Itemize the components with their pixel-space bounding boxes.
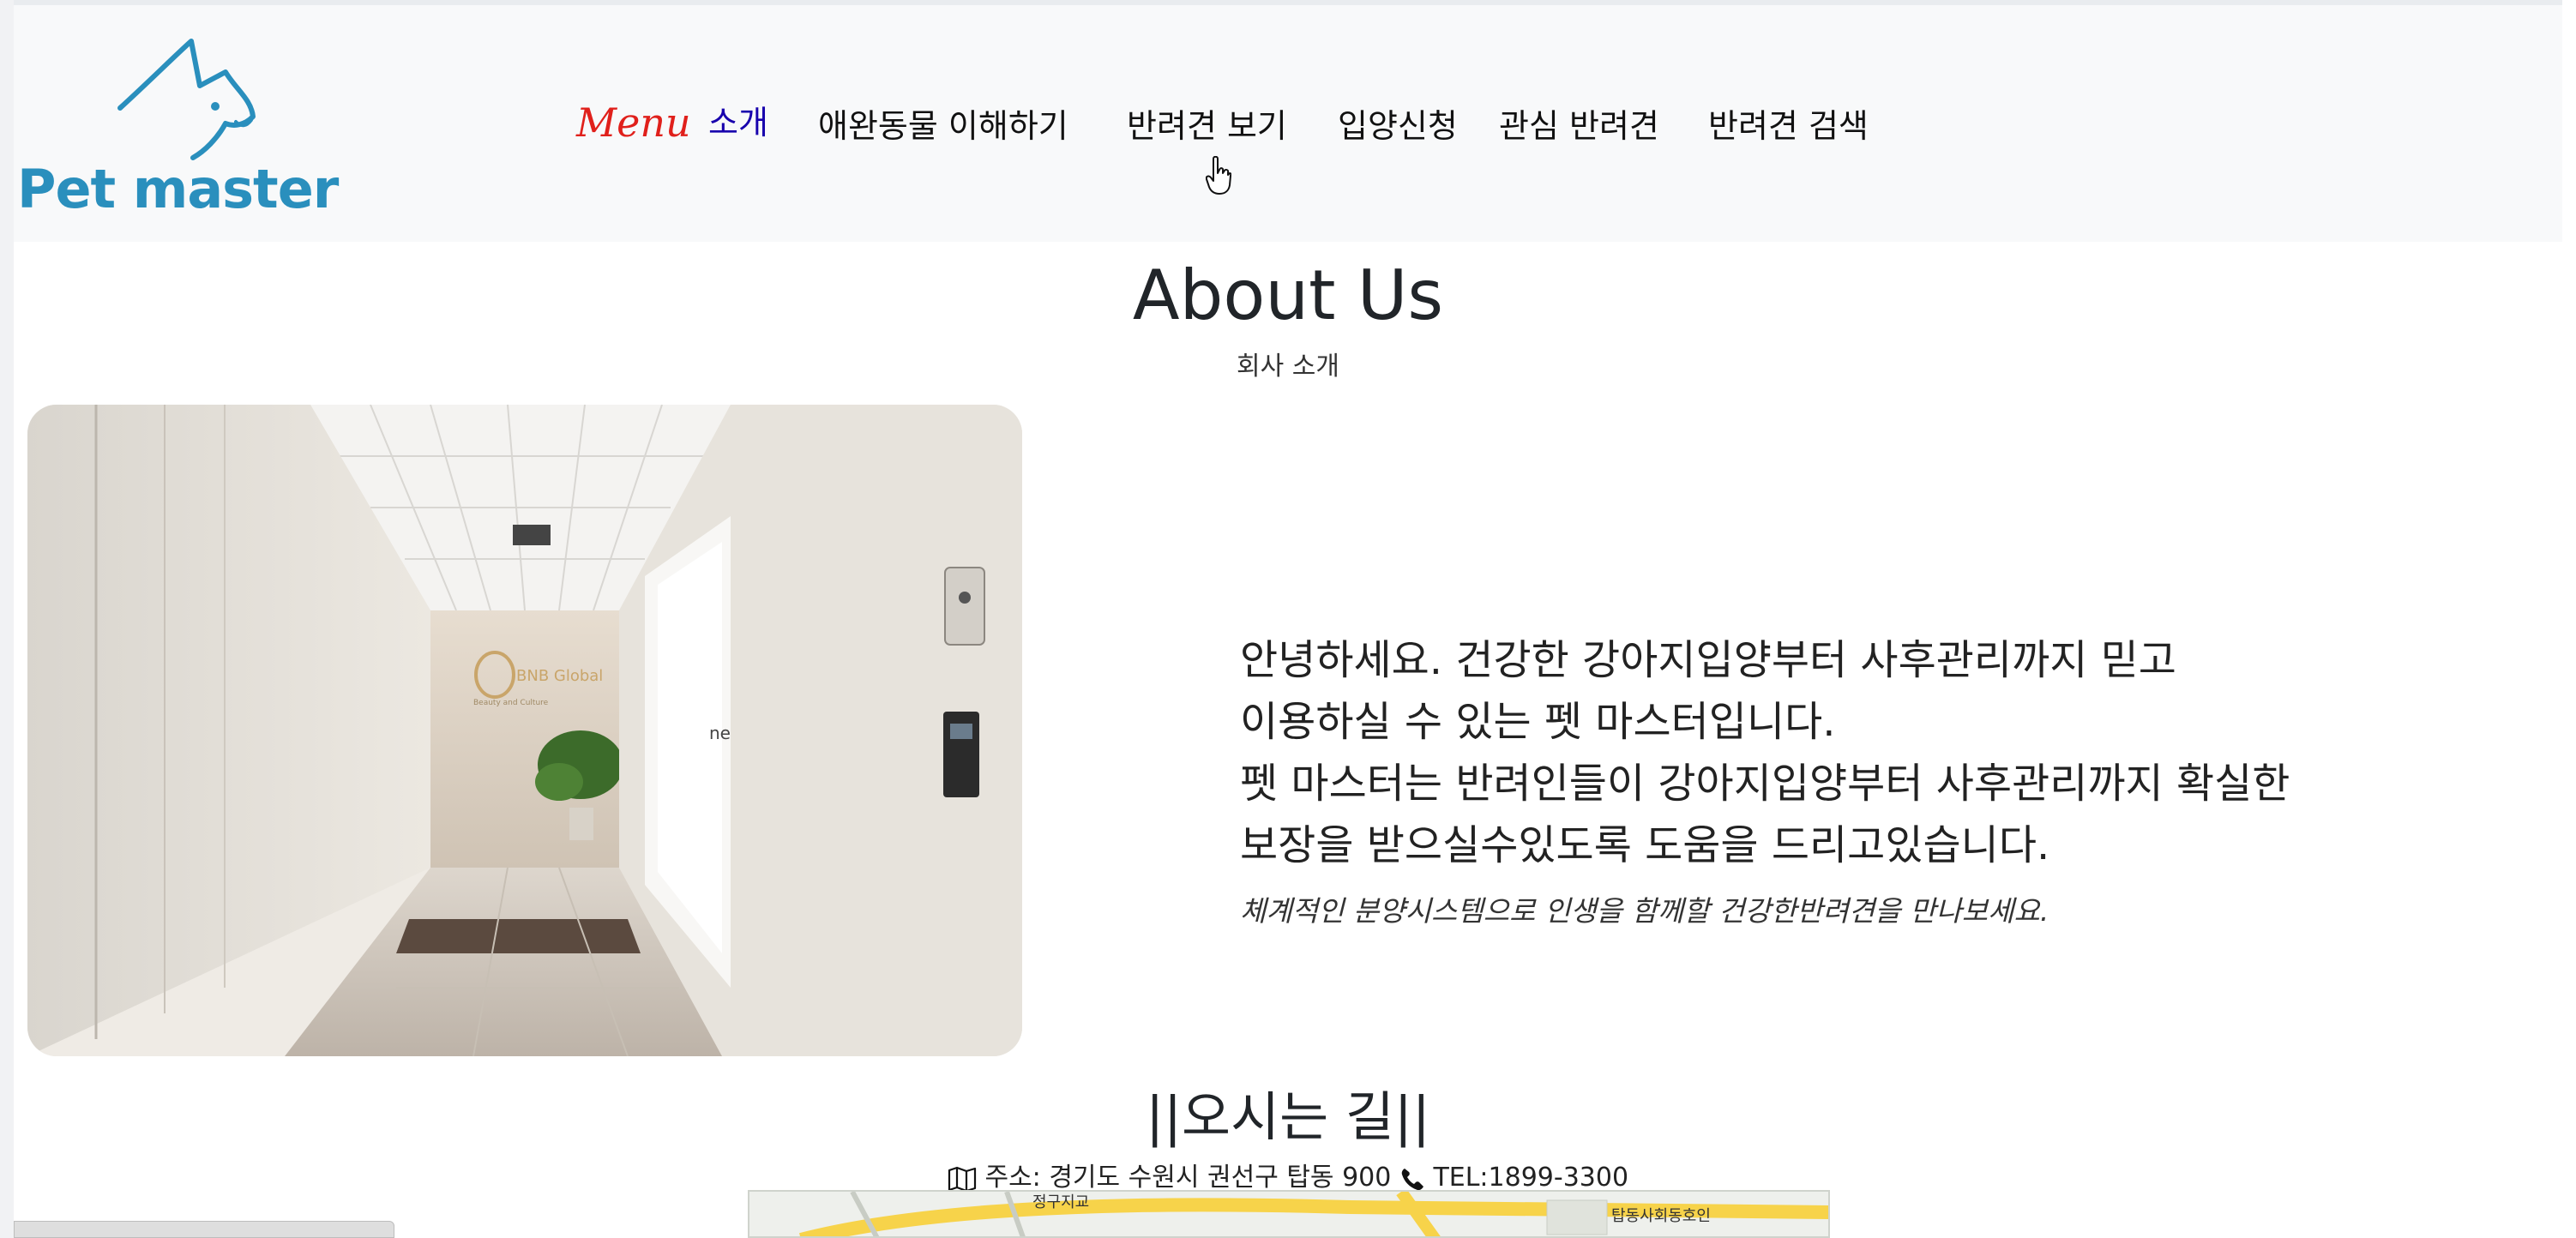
address-line: 주소: 경기도 수원시 권선구 탑동 900 TEL:1899-3300 [14, 1156, 2562, 1193]
address-text: 주소: 경기도 수원시 권선구 탑동 900 [984, 1163, 1392, 1193]
location-title: ||오시는 길|| [1146, 1085, 1430, 1148]
hand-cursor-icon [1206, 156, 1231, 195]
nav-link-view-dogs[interactable]: 반려견 보기 [1127, 99, 1287, 147]
photo-sign-subtext: Beauty and Culture [473, 699, 549, 707]
page: Pet master Menu 소개 애완동물 이해하기 반려견 보기 입양신청… [0, 0, 2576, 1238]
map-tiles: 정구지교 탑동사회동호인 [749, 1192, 1828, 1236]
svg-text:ne: ne [709, 723, 731, 743]
nav-link-adoption-request[interactable]: 입양신청 [1338, 99, 1458, 147]
intro-line: 이용하실 수 있는 펫 마스터입니다. [1240, 698, 1836, 746]
intro-line: 보장을 받으실수있도록 도움을 드리고있습니다. [1240, 821, 2050, 869]
navbar: Pet master Menu 소개 애완동물 이해하기 반려견 보기 입양신청… [14, 0, 2562, 242]
nav-link-about[interactable]: 소개 [708, 96, 768, 143]
phone-icon [1401, 1168, 1423, 1190]
nav-menu-label: Menu [576, 99, 691, 146]
intro-line: 안녕하세요. 건강한 강아지입양부터 사후관리까지 믿고 [1240, 636, 2176, 684]
hallway-illustration: BNB Global Beauty and Culture ne [27, 405, 1022, 1056]
photo-sign-text: BNB Global [516, 667, 603, 685]
location-map[interactable]: 정구지교 탑동사회동호인 [748, 1190, 1830, 1238]
intro-tagline: 체계적인 분양시스템으로 인생을 함께할 건강한반려견을 만나보세요. [1240, 894, 2049, 928]
map-label: 탑동사회동호인 [1611, 1207, 1711, 1225]
map-label: 정구지교 [1032, 1193, 1089, 1211]
brand-name: Pet master [17, 158, 339, 220]
intro-paragraph: 안녕하세요. 건강한 강아지입양부터 사후관리까지 믿고 이용하실 수 있는 펫… [1240, 629, 2458, 876]
nav-link-understanding-pets[interactable]: 애완동물 이해하기 [818, 99, 1068, 147]
nav-link-favorite-dogs[interactable]: 관심 반려견 [1499, 99, 1659, 147]
browser-status-bar [14, 1221, 394, 1238]
office-hallway-photo: BNB Global Beauty and Culture ne [27, 405, 1022, 1056]
intro-line: 펫 마스터는 반려인들이 강아지입양부터 사후관리까지 확실한 [1240, 760, 2290, 808]
page-title: About Us [1132, 255, 1444, 335]
dog-logo-icon [117, 39, 256, 160]
brand-logo[interactable]: Pet master [17, 38, 343, 220]
map-icon [948, 1166, 977, 1192]
page-subtitle: 회사 소개 [1237, 352, 1339, 382]
nav-link-search-dogs[interactable]: 반려견 검색 [1708, 99, 1869, 147]
phone-text: TEL:1899-3300 [1433, 1163, 1629, 1193]
